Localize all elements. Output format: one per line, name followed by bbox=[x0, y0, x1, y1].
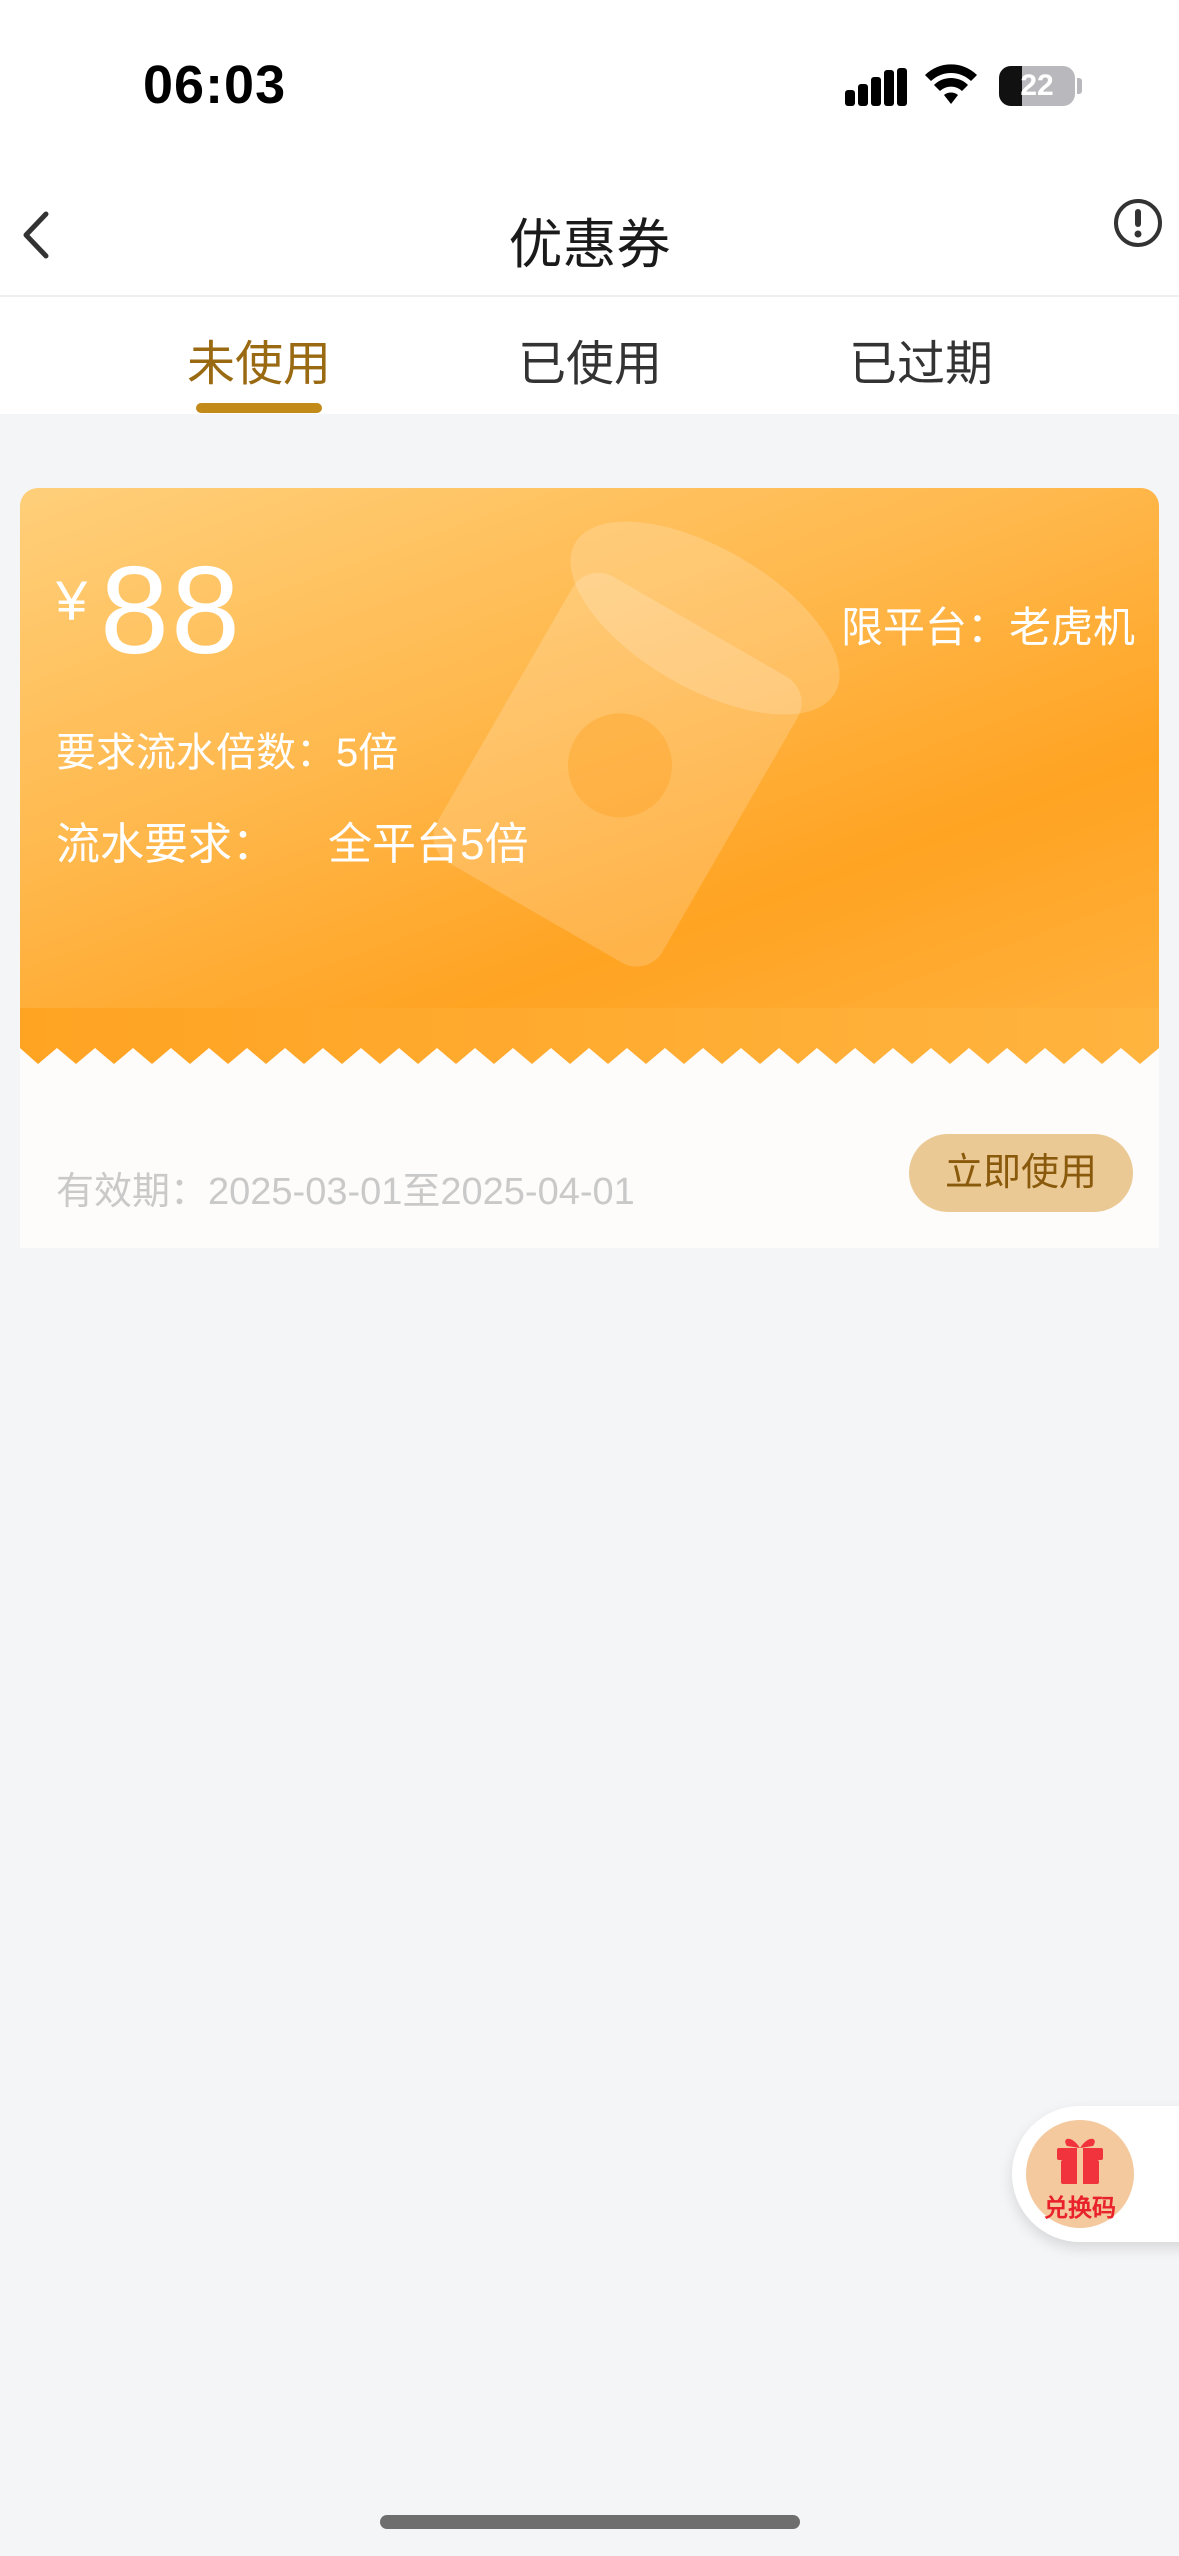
tab-unused[interactable]: 未使用 bbox=[139, 324, 379, 394]
tab-active-indicator bbox=[196, 403, 322, 413]
cellular-signal-icon bbox=[845, 68, 907, 106]
coupon-amount: 88 bbox=[100, 542, 242, 680]
coupon-watermark-icon bbox=[433, 521, 840, 967]
gift-icon bbox=[1057, 2138, 1103, 2184]
redeem-code-button[interactable]: 兑换码 bbox=[1012, 2106, 1179, 2242]
use-now-button[interactable]: 立即使用 bbox=[909, 1134, 1133, 1212]
status-bar: 06:03 22 bbox=[0, 0, 1179, 170]
turnover-requirement-label: 流水要求： bbox=[56, 820, 276, 869]
battery-level: 22 bbox=[1020, 69, 1054, 102]
info-icon[interactable] bbox=[1112, 197, 1164, 249]
platform-restriction: 限平台：老虎机 bbox=[840, 604, 1135, 651]
tab-used[interactable]: 已使用 bbox=[470, 324, 710, 394]
status-time: 06:03 bbox=[143, 55, 287, 115]
coupon-zigzag-edge bbox=[20, 1008, 1159, 1064]
turnover-requirement-value: 全平台5倍 bbox=[328, 820, 529, 869]
battery-tip bbox=[1077, 78, 1082, 94]
page-title: 优惠券 bbox=[508, 215, 671, 275]
tab-bar: 未使用 已使用 已过期 bbox=[0, 297, 1179, 414]
turnover-multiplier: 要求流水倍数：5倍 bbox=[56, 731, 399, 775]
redeem-label: 兑换码 bbox=[1044, 2195, 1116, 2222]
home-indicator bbox=[380, 2515, 800, 2529]
nav-bar: 优惠券 bbox=[0, 170, 1179, 295]
wifi-icon bbox=[925, 64, 977, 104]
redeem-badge: 兑换码 bbox=[1026, 2120, 1134, 2228]
currency-symbol: ¥ bbox=[56, 569, 88, 632]
coupon-card: ¥ 88 限平台：老虎机 要求流水倍数：5倍 流水要求： 全平台5倍 有效期：2… bbox=[20, 488, 1159, 1248]
validity-period: 有效期：2025-03-01至2025-04-01 bbox=[56, 1171, 635, 1213]
tab-expired[interactable]: 已过期 bbox=[801, 324, 1041, 394]
coupon-header: ¥ 88 限平台：老虎机 要求流水倍数：5倍 流水要求： 全平台5倍 bbox=[20, 488, 1159, 1048]
battery-icon: 22 bbox=[999, 66, 1075, 106]
